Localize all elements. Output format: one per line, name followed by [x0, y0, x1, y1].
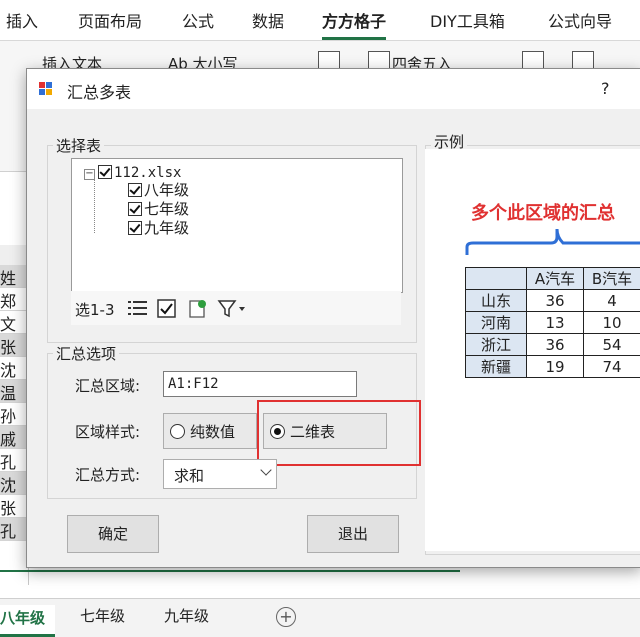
checkbox-icon[interactable]: [128, 202, 142, 216]
method-value: 求和: [174, 465, 204, 486]
sheet-tab-grade8[interactable]: 八年级: [0, 605, 55, 637]
range-label: 汇总区域:: [75, 375, 140, 396]
selection-border: [0, 570, 460, 572]
tree-sheet-node[interactable]: 九年级: [128, 219, 189, 237]
brace-icon: [465, 227, 640, 257]
cell[interactable]: 戚: [0, 426, 28, 449]
table-row: 山东 36 4: [466, 290, 640, 312]
filter-icon[interactable]: [217, 299, 247, 319]
add-page-icon[interactable]: [187, 299, 209, 319]
tab-page-layout[interactable]: 页面布局: [78, 8, 142, 32]
table-cell: 河南: [466, 312, 527, 334]
tree-sheet-node[interactable]: 七年级: [128, 200, 189, 218]
method-label: 汇总方式:: [75, 464, 140, 485]
dialog-title: 汇总多表: [67, 79, 131, 103]
red-highlight-box: [257, 400, 421, 466]
checkbox-icon[interactable]: [128, 221, 142, 235]
checkbox-icon[interactable]: [98, 165, 112, 179]
cell[interactable]: 郑: [0, 288, 28, 311]
style-label: 区域样式:: [75, 421, 140, 442]
ribbon-tab-bar: 插入 页面布局 公式 数据 方方格子 DIY工具箱 公式向导: [0, 0, 640, 41]
table-row: 浙江 36 54: [466, 334, 640, 356]
help-button[interactable]: ?: [601, 79, 610, 98]
example-caption: 多个此区域的汇总: [471, 199, 615, 225]
tab-fangfang[interactable]: 方方格子: [322, 8, 386, 32]
cell[interactable]: 文: [0, 311, 28, 334]
cell[interactable]: 张: [0, 334, 28, 357]
list-icon[interactable]: [127, 299, 149, 317]
range-input[interactable]: A1:F12: [163, 371, 357, 397]
cell[interactable]: 孔: [0, 518, 28, 541]
select-sheets-legend: 选择表: [53, 135, 104, 156]
cell[interactable]: 沈: [0, 472, 28, 495]
table-cell: 74: [584, 356, 640, 378]
ok-button[interactable]: 确定: [67, 515, 159, 553]
cell[interactable]: 沈: [0, 357, 28, 380]
table-cell: 浙江: [466, 334, 527, 356]
tree-toolbar: 选1-3: [71, 291, 401, 325]
sheet-tab-grade9[interactable]: 九年级: [164, 605, 209, 626]
radio-plain-values[interactable]: 纯数值: [163, 413, 257, 449]
collapse-icon[interactable]: −: [84, 169, 95, 180]
table-row: 新疆 19 74: [466, 356, 640, 378]
radio-icon: [170, 424, 185, 439]
example-panel: 多个此区域的汇总 A汽车 B汽车 山东 36 4 河南 13 10 浙江 36: [425, 149, 640, 551]
cell[interactable]: 孔: [0, 449, 28, 472]
table-cell: 19: [527, 356, 584, 378]
tab-data[interactable]: 数据: [252, 8, 284, 32]
table-cell: 4: [584, 290, 640, 312]
table-header-cell: A汽车: [527, 268, 584, 290]
tab-diy-toolbox[interactable]: DIY工具箱: [430, 8, 505, 32]
summarize-dialog: 汇总多表 ? 选择表 − 112.xlsx 八年级 七年级 九年级 选1-3: [26, 68, 640, 568]
selection-count: 选1-3: [75, 299, 115, 320]
sheet-tree: − 112.xlsx 八年级 七年级 九年级: [71, 158, 403, 293]
tab-formulas[interactable]: 公式: [182, 8, 214, 32]
sheet-tab-grade7[interactable]: 七年级: [80, 605, 125, 626]
add-sheet-icon[interactable]: +: [276, 607, 296, 627]
table-header-cell: B汽车: [584, 268, 640, 290]
app-icon: [39, 82, 53, 96]
tree-sheet-label: 七年级: [144, 200, 189, 218]
tree-sheet-label: 九年级: [144, 219, 189, 237]
cell[interactable]: 张: [0, 495, 28, 518]
table-cell: 13: [527, 312, 584, 334]
table-cell: 36: [527, 334, 584, 356]
table-cell: 新疆: [466, 356, 527, 378]
table-cell: 山东: [466, 290, 527, 312]
dialog-titlebar: 汇总多表 ?: [27, 69, 640, 109]
sheet-tab-bar: 八年级 七年级 九年级 +: [0, 598, 640, 637]
options-legend: 汇总选项: [53, 343, 119, 364]
table-cell: 36: [527, 290, 584, 312]
tab-insert[interactable]: 插入: [6, 8, 38, 32]
tree-file-node[interactable]: − 112.xlsx: [84, 163, 181, 181]
table-cell: 54: [584, 334, 640, 356]
cell[interactable]: 孙: [0, 403, 28, 426]
checkbox-icon[interactable]: [128, 183, 142, 197]
exit-button[interactable]: 退出: [307, 515, 399, 553]
tab-formula-wizard[interactable]: 公式向导: [548, 8, 612, 32]
example-table: A汽车 B汽车 山东 36 4 河南 13 10 浙江 36 54 新疆 19: [465, 267, 640, 378]
cell[interactable]: 姓: [0, 265, 28, 288]
method-select[interactable]: 求和: [163, 459, 277, 489]
check-all-icon[interactable]: [157, 299, 177, 319]
chevron-down-icon: [260, 464, 271, 475]
table-row: 河南 13 10: [466, 312, 640, 334]
cell[interactable]: 温: [0, 380, 28, 403]
tree-sheet-label: 八年级: [144, 181, 189, 199]
row-column-a: 姓 郑 文 张 沈 温 孙 戚 孔 沈 张 孔: [0, 265, 29, 585]
table-cell: 10: [584, 312, 640, 334]
table-header-cell: [466, 268, 527, 290]
tree-file-label: 112.xlsx: [114, 165, 181, 181]
radio-plain-label: 纯数值: [190, 421, 235, 442]
tree-sheet-node[interactable]: 八年级: [128, 181, 189, 199]
